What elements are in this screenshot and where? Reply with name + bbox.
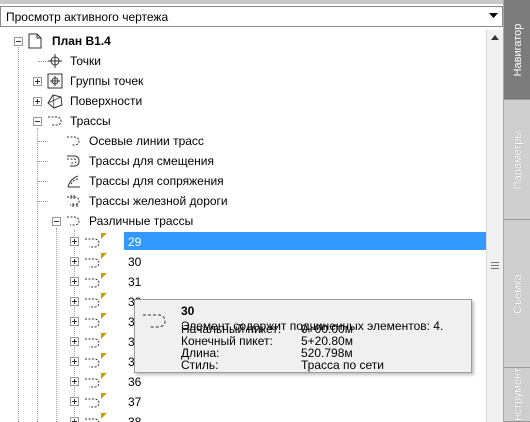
tab-toolbox[interactable]: Инструментарий bbox=[504, 368, 530, 422]
alignment-expander[interactable] bbox=[70, 397, 79, 406]
alignment-item-icon bbox=[84, 373, 107, 389]
scrollbar-grip-icon[interactable] bbox=[491, 262, 499, 269]
alignment-tooltip-icon bbox=[141, 311, 171, 334]
alignment-expander[interactable] bbox=[70, 337, 79, 346]
tree-vertical-scrollbar[interactable] bbox=[486, 30, 503, 422]
tree-item-rail-alignments[interactable]: Трассы железной дороги bbox=[89, 193, 228, 209]
curb-return-alignment-icon bbox=[65, 173, 83, 189]
tree-item-alignments[interactable]: Трассы bbox=[70, 113, 111, 129]
tree-item-surfaces[interactable]: Поверхности bbox=[70, 93, 142, 109]
alignment-item-icon bbox=[84, 333, 107, 349]
tab-navigator-label: Навигатор bbox=[511, 23, 524, 76]
alignment-item-icon bbox=[84, 353, 107, 369]
root-expander[interactable] bbox=[14, 37, 23, 46]
view-mode-value: Просмотр активного чертежа bbox=[6, 10, 169, 24]
centerline-alignment-icon bbox=[65, 133, 83, 149]
alignment-expander[interactable] bbox=[70, 277, 79, 286]
tab-toolbox-label: Инструментарий bbox=[511, 368, 524, 422]
alignment-item-icon bbox=[84, 413, 107, 422]
alignment-expander[interactable] bbox=[70, 377, 79, 386]
alignment-expander[interactable] bbox=[70, 237, 79, 246]
alignment-item-label[interactable]: 38 bbox=[128, 414, 141, 422]
view-mode-dropdown[interactable]: Просмотр активного чертежа bbox=[0, 6, 503, 27]
misc-alignments-expander[interactable] bbox=[52, 217, 61, 226]
tree-item-centerline-alignments[interactable]: Осевые линии трасс bbox=[89, 133, 204, 149]
offset-alignment-icon bbox=[65, 153, 83, 169]
tooltip-value-style: Трасса по сети bbox=[301, 358, 384, 372]
tab-navigator[interactable]: Навигатор bbox=[504, 0, 530, 100]
alignment-item-icon bbox=[84, 253, 107, 269]
alignment-item-icon bbox=[84, 393, 107, 409]
alignment-expander[interactable] bbox=[70, 417, 79, 422]
selected-row-highlight bbox=[124, 232, 486, 250]
tree-item-points[interactable]: Точки bbox=[70, 53, 101, 69]
alignments-expander[interactable] bbox=[33, 117, 42, 126]
alignment-item-icon bbox=[84, 313, 107, 329]
point-icon bbox=[46, 53, 64, 69]
tooltip-title: 30 bbox=[181, 304, 195, 318]
point-groups-icon bbox=[46, 73, 64, 89]
misc-alignment-icon bbox=[65, 213, 83, 229]
tree-root-label[interactable]: План В1.4 bbox=[52, 33, 111, 49]
tree-item-offset-alignments[interactable]: Трассы для смещения bbox=[89, 153, 214, 169]
tab-settings-label: Параметры bbox=[511, 130, 524, 189]
rail-alignment-icon bbox=[65, 193, 83, 209]
drawing-icon bbox=[28, 33, 46, 49]
alignment-item-label[interactable]: 31 bbox=[128, 274, 141, 290]
panel-top-strip bbox=[0, 0, 505, 4]
alignment-item-label[interactable]: 37 bbox=[128, 394, 141, 410]
tab-survey[interactable]: Съемка bbox=[504, 220, 530, 368]
alignment-item-icon bbox=[84, 293, 107, 309]
alignment-expander[interactable] bbox=[70, 297, 79, 306]
chevron-down-icon[interactable] bbox=[485, 7, 502, 26]
tooltip-key-style: Стиль: bbox=[181, 358, 219, 372]
tab-survey-label: Съемка bbox=[511, 273, 524, 314]
scroll-up-arrow-icon[interactable] bbox=[487, 30, 503, 46]
alignment-item-label[interactable]: 36 bbox=[128, 374, 141, 390]
alignment-expander[interactable] bbox=[70, 257, 79, 266]
surfaces-expander[interactable] bbox=[33, 97, 42, 106]
tree-item-misc-alignments[interactable]: Различные трассы bbox=[89, 213, 193, 229]
point-groups-expander[interactable] bbox=[33, 77, 42, 86]
alignment-tooltip: 30 Элемент содержит подчиненных элементо… bbox=[134, 299, 472, 373]
alignment-expander[interactable] bbox=[70, 317, 79, 326]
alignment-item-icon bbox=[84, 233, 107, 249]
prospector-tabs: Навигатор Параметры Съемка Инструментари… bbox=[503, 0, 530, 422]
alignment-icon bbox=[46, 113, 64, 129]
tab-settings[interactable]: Параметры bbox=[504, 100, 530, 220]
alignment-item-icon bbox=[84, 273, 107, 289]
tree-item-point-groups[interactable]: Группы точек bbox=[70, 73, 143, 89]
alignment-expander[interactable] bbox=[70, 357, 79, 366]
tree-item-curb-return-alignments[interactable]: Трассы для сопряжения bbox=[89, 173, 224, 189]
alignment-item-label[interactable]: 29 bbox=[128, 234, 141, 250]
alignment-item-label[interactable]: 30 bbox=[128, 254, 141, 270]
surface-icon bbox=[46, 93, 64, 109]
